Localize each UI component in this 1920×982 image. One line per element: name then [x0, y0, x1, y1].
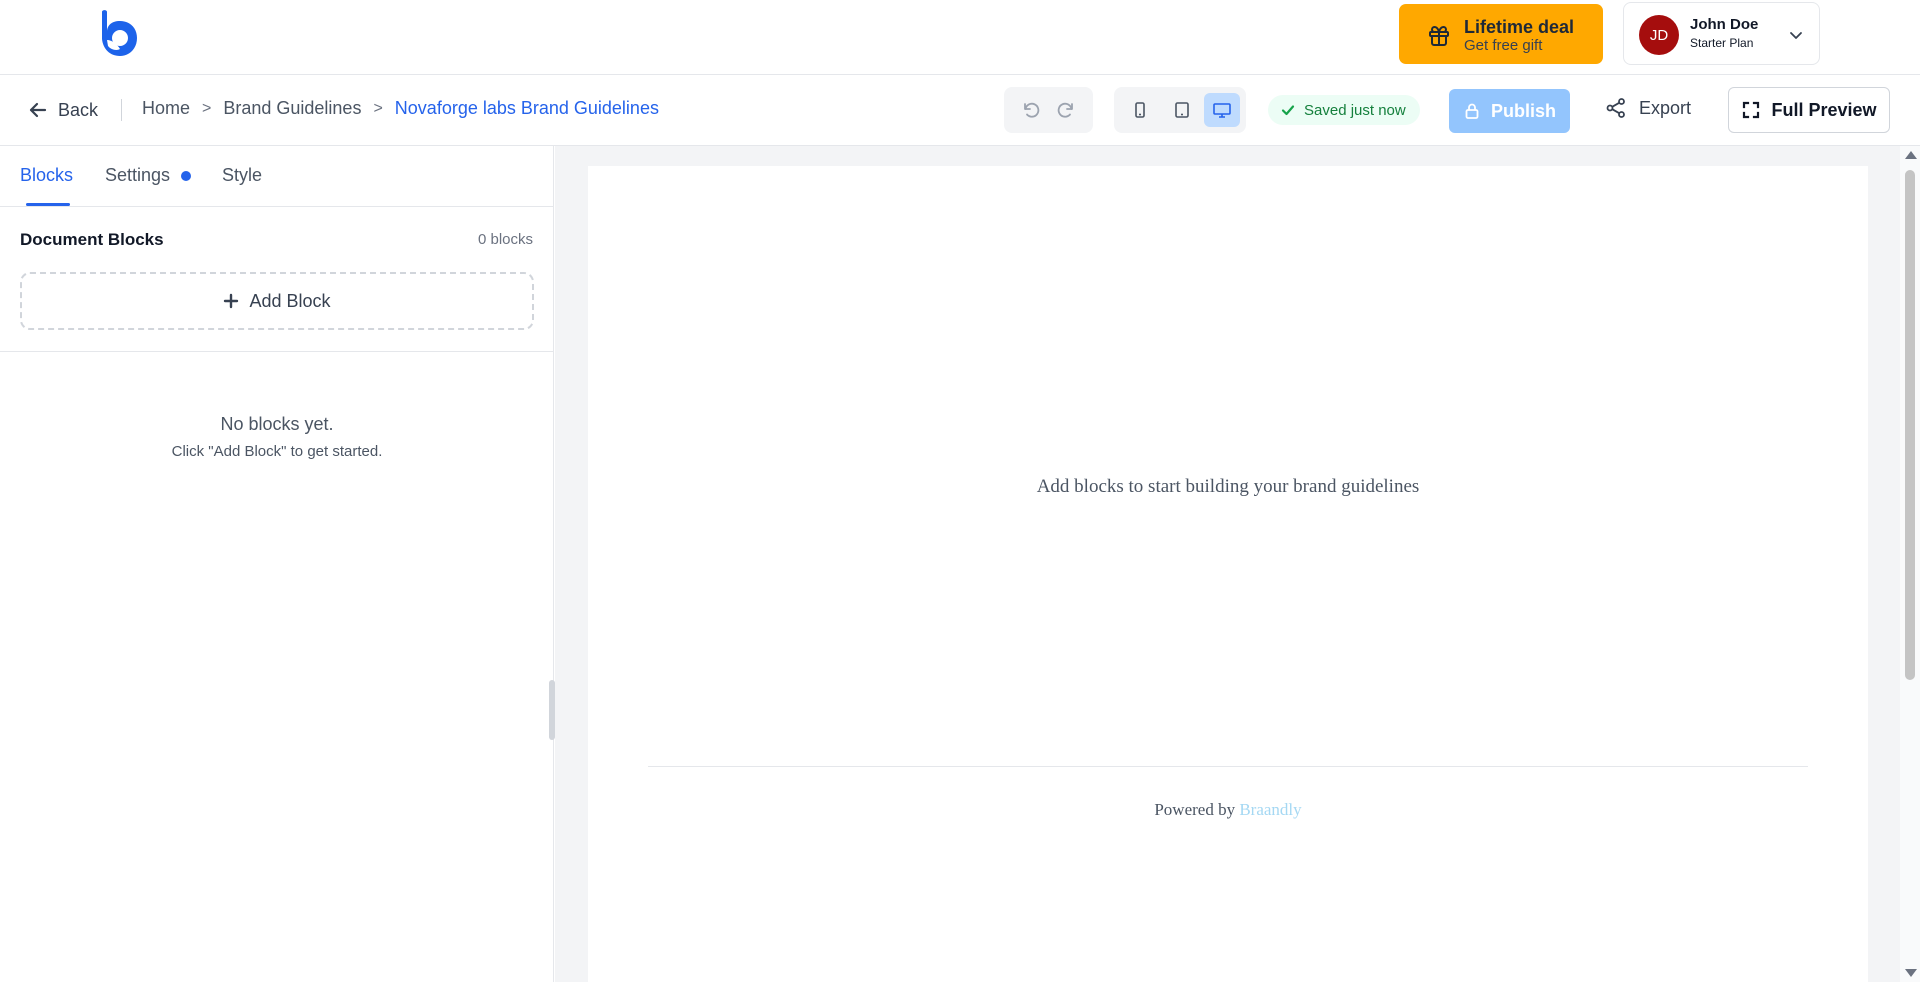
breadcrumb-brand-guidelines[interactable]: Brand Guidelines: [223, 98, 361, 119]
user-plan: Starter Plan: [1690, 36, 1754, 50]
tab-style[interactable]: Style: [222, 165, 262, 186]
add-block-label: Add Block: [249, 290, 331, 311]
history-controls: [1004, 87, 1093, 133]
vertical-scrollbar[interactable]: [1900, 146, 1920, 982]
powered-by-link[interactable]: Braandly: [1239, 800, 1301, 819]
deal-title: Lifetime deal: [1464, 17, 1575, 37]
full-preview-label: Full Preview: [1771, 99, 1877, 120]
scroll-down-arrow-icon[interactable]: [1905, 969, 1917, 977]
share-icon: [1606, 98, 1625, 118]
top-bar: Lifetime deal Get free gift JD John Doe …: [0, 0, 1920, 75]
settings-indicator-dot: [181, 171, 191, 181]
block-count: 0 blocks: [477, 231, 533, 248]
lock-icon: [1465, 103, 1479, 119]
desktop-view-button[interactable]: [1204, 93, 1240, 127]
lifetime-deal-button[interactable]: Lifetime deal Get free gift: [1399, 4, 1603, 64]
divider: [121, 99, 122, 121]
sidebar-tabs: Blocks Settings Style: [0, 146, 554, 207]
preview-canvas: Add blocks to start building your brand …: [555, 146, 1900, 982]
mobile-view-button[interactable]: [1122, 93, 1158, 127]
scroll-up-arrow-icon[interactable]: [1905, 151, 1917, 159]
desktop-icon: [1213, 103, 1231, 118]
plus-icon: [224, 293, 239, 309]
export-button[interactable]: Export: [1605, 97, 1691, 119]
publish-button[interactable]: Publish: [1449, 89, 1570, 133]
arrow-left-icon: [29, 102, 47, 118]
divider: [0, 351, 554, 352]
user-menu[interactable]: JD John Doe Starter Plan: [1623, 2, 1820, 65]
tablet-view-button[interactable]: [1164, 93, 1200, 127]
add-block-button[interactable]: Add Block: [20, 272, 534, 330]
empty-state-title: No blocks yet.: [220, 414, 334, 434]
sidebar: Blocks Settings Style Document Blocks 0 …: [0, 146, 555, 982]
device-switcher: [1114, 87, 1246, 133]
publish-label: Publish: [1490, 100, 1556, 121]
chevron-down-icon: [1790, 32, 1802, 39]
empty-state-hint: Click "Add Block" to get started.: [171, 443, 383, 460]
section-title: Document Blocks: [20, 230, 164, 249]
deal-subtitle: Get free gift: [1464, 37, 1543, 54]
tab-settings[interactable]: Settings: [105, 165, 170, 186]
full-preview-button[interactable]: Full Preview: [1728, 87, 1890, 133]
editor-toolbar: Back Home > Brand Guidelines > Novaforge…: [0, 75, 1920, 146]
undo-icon[interactable]: [1021, 100, 1041, 120]
active-tab-indicator: [26, 203, 70, 206]
tablet-icon: [1175, 102, 1189, 118]
powered-by-text: Powered by: [1154, 800, 1236, 819]
mobile-icon: [1135, 102, 1145, 118]
powered-by: Powered by Braandly: [588, 800, 1868, 820]
gift-icon: [1429, 26, 1449, 46]
back-label: Back: [58, 99, 99, 120]
back-button[interactable]: Back: [28, 97, 98, 123]
redo-icon[interactable]: [1056, 100, 1076, 120]
fullscreen-icon: [1743, 101, 1760, 119]
scrollbar-thumb[interactable]: [1905, 170, 1915, 680]
footer-divider: [648, 766, 1808, 767]
breadcrumb: Home > Brand Guidelines > Novaforge labs…: [142, 98, 659, 119]
export-label: Export: [1639, 97, 1692, 118]
tab-blocks[interactable]: Blocks: [20, 165, 73, 186]
user-name: John Doe: [1690, 16, 1759, 33]
breadcrumb-current: Novaforge labs Brand Guidelines: [394, 98, 659, 118]
save-status-badge: Saved just now: [1268, 95, 1420, 125]
document-page: Add blocks to start building your brand …: [588, 166, 1868, 982]
braandly-logo-icon[interactable]: [98, 8, 142, 60]
save-status-text: Saved just now: [1304, 101, 1406, 119]
breadcrumb-separator: >: [373, 99, 383, 117]
avatar: JD: [1639, 15, 1679, 55]
breadcrumb-home[interactable]: Home: [142, 98, 190, 119]
breadcrumb-separator: >: [202, 99, 212, 117]
check-icon: [1281, 105, 1295, 116]
canvas-placeholder: Add blocks to start building your brand …: [1036, 476, 1420, 497]
